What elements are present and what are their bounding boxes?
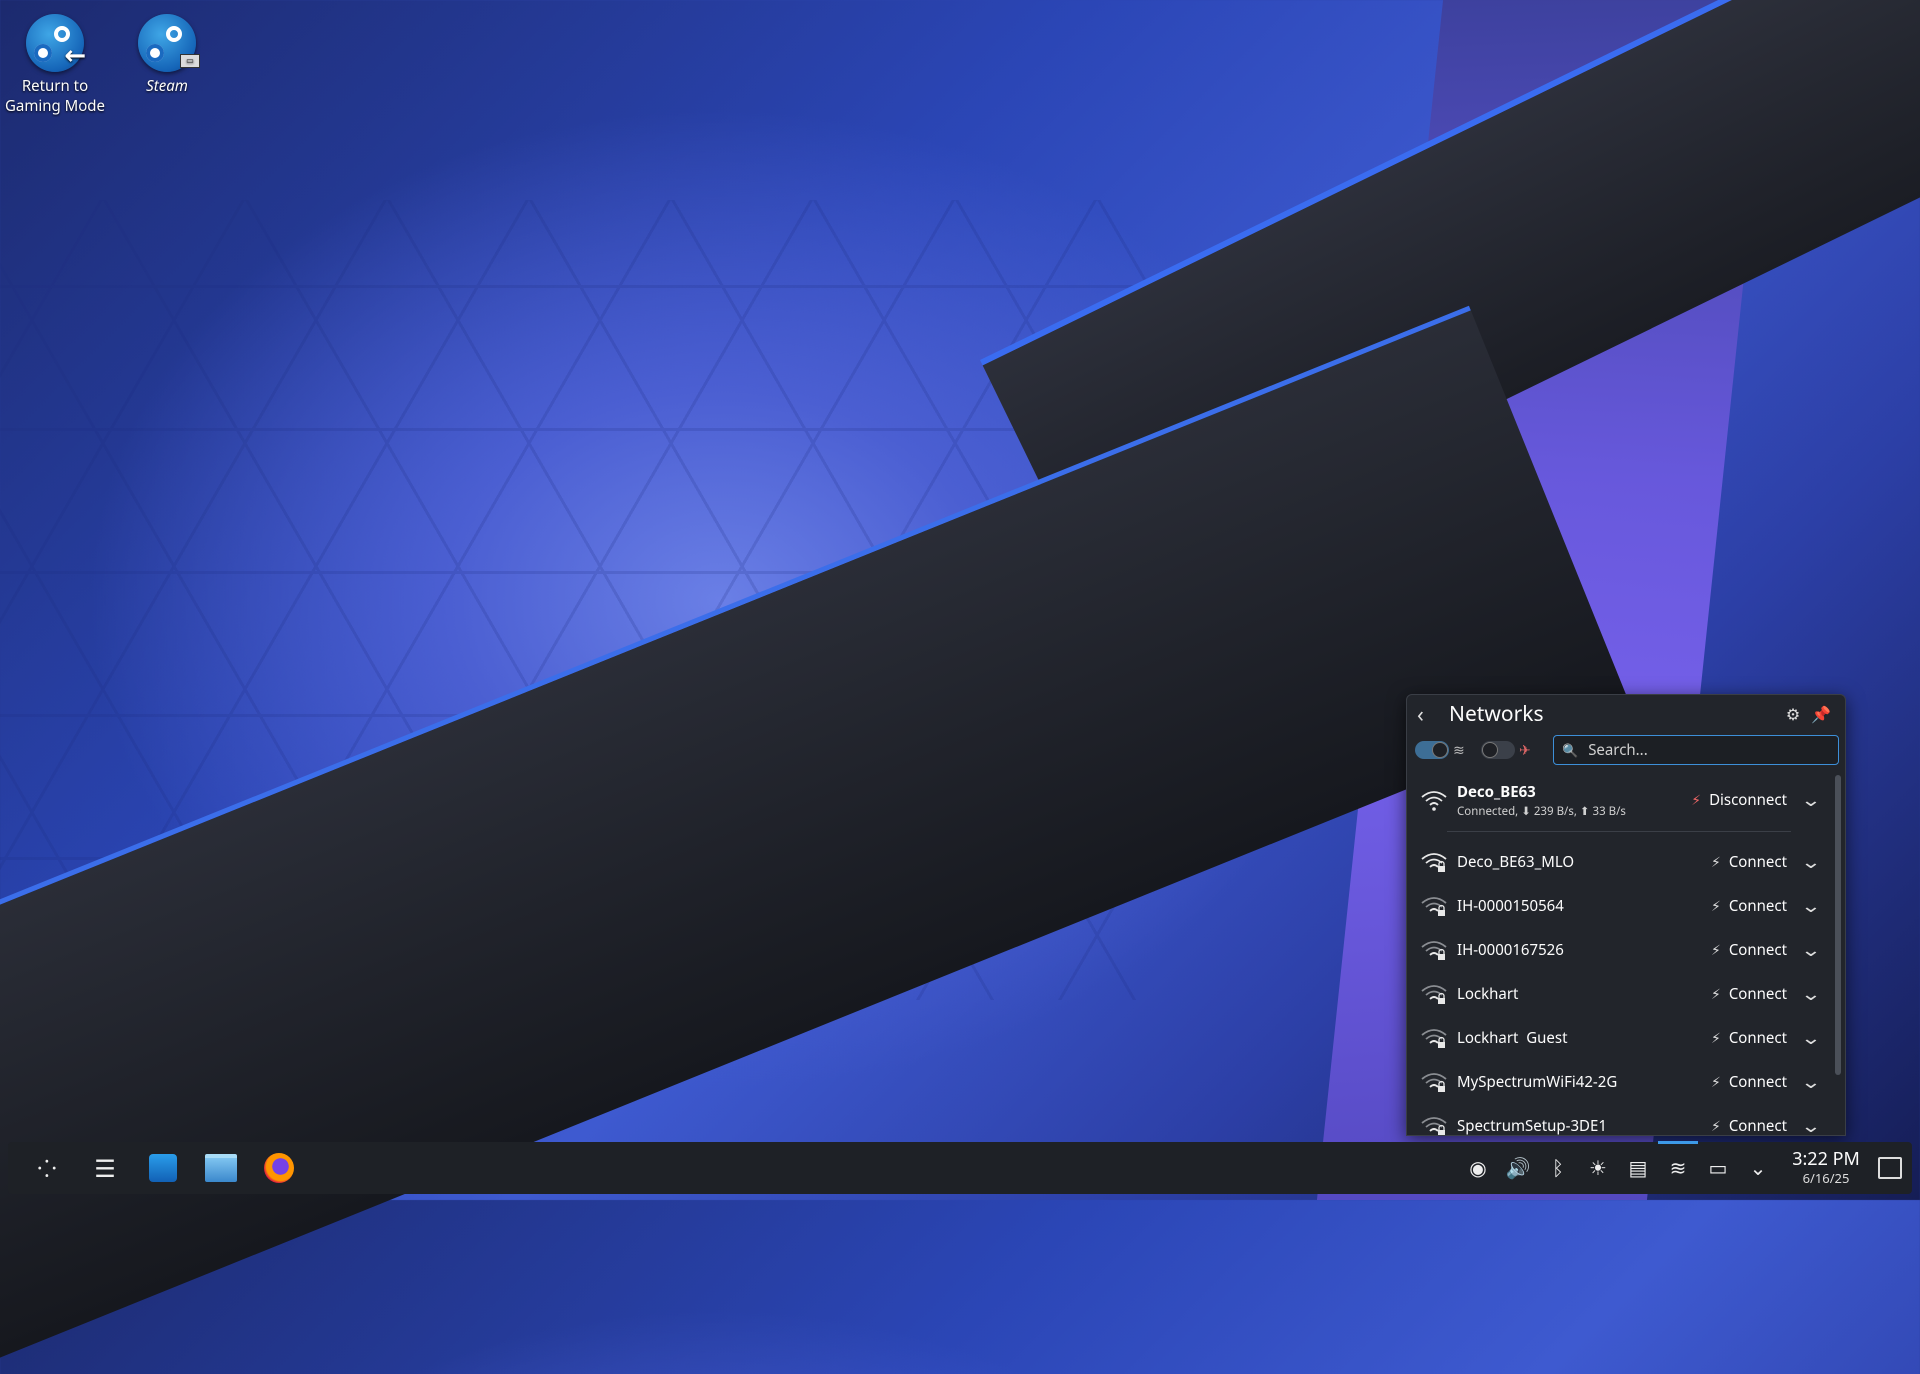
brightness-icon[interactable]: ☀ xyxy=(1578,1142,1618,1194)
dolphin-files-button[interactable] xyxy=(192,1142,250,1194)
wifi-locked-icon xyxy=(1419,1114,1449,1135)
chevron-down-icon[interactable]: ⌄ xyxy=(1797,1026,1825,1050)
chevron-down-icon[interactable]: ⌄ xyxy=(1797,894,1825,918)
network-row[interactable]: MySpectrumWiFi42-2G ⚡ Connect ⌄ xyxy=(1407,1060,1831,1104)
wifi-locked-icon xyxy=(1419,1026,1449,1050)
connect-button[interactable]: ⚡ Connect xyxy=(1711,852,1787,872)
desktop-icon-return-to-gaming-mode[interactable]: ← Return to Gaming Mode xyxy=(0,4,110,116)
chevron-down-icon[interactable]: ⌄ xyxy=(1797,1070,1825,1094)
bluetooth-icon[interactable]: ᛒ xyxy=(1538,1142,1578,1194)
chevron-down-icon[interactable]: ⌄ xyxy=(1797,938,1825,962)
connect-button[interactable]: ⚡ Connect xyxy=(1711,984,1787,1004)
connect-icon: ⚡ xyxy=(1710,896,1721,916)
usb-device-icon[interactable]: ▤ xyxy=(1618,1142,1658,1194)
wifi-signal-icon xyxy=(1419,788,1449,812)
system-settings-button[interactable]: ☰ xyxy=(76,1142,134,1194)
connect-button[interactable]: ⚡ Connect xyxy=(1711,1072,1787,1092)
sliders-icon: ☰ xyxy=(94,1151,116,1185)
airplane-icon: ✈ xyxy=(1519,740,1531,760)
network-list-scrollbar[interactable] xyxy=(1835,775,1841,1075)
chevron-down-icon[interactable]: ⌄ xyxy=(1797,788,1825,812)
desktop-icon-label: Return to Gaming Mode xyxy=(5,76,105,116)
network-row[interactable]: SpectrumSetup-3DE1 ⚡ Connect ⌄ xyxy=(1407,1104,1831,1136)
volume-icon[interactable]: 🔊 xyxy=(1498,1142,1538,1194)
network-ssid: MySpectrumWiFi42-2G xyxy=(1457,1072,1618,1092)
connect-button[interactable]: ⚡ Connect xyxy=(1710,1116,1787,1136)
disconnect-icon: ⚡ xyxy=(1691,790,1702,810)
network-row[interactable]: IH-0000150564 ⚡ Connect ⌄ xyxy=(1407,884,1831,928)
wallpaper-grid xyxy=(0,200,1200,1000)
search-input[interactable] xyxy=(1586,739,1830,761)
network-ssid: Deco_BE63 xyxy=(1457,781,1536,802)
airplane-mode-toggle[interactable] xyxy=(1481,741,1515,759)
network-list: Deco_BE63 Connected, ⬇ 239 B/s, ⬆ 33 B/s… xyxy=(1407,771,1831,1135)
back-icon[interactable]: ‹ xyxy=(1417,699,1441,729)
chevron-down-icon[interactable]: ⌄ xyxy=(1797,1114,1825,1135)
discover-store-icon xyxy=(149,1154,177,1182)
search-icon: 🔍 xyxy=(1562,741,1579,759)
pin-icon[interactable]: 📌 xyxy=(1807,703,1835,725)
network-row[interactable]: Lockhart Guest ⚡ Connect ⌄ xyxy=(1407,1016,1831,1060)
connect-icon: ⚡ xyxy=(1710,1072,1721,1092)
wifi-tray-icon[interactable]: ≋ xyxy=(1658,1141,1698,1194)
network-search[interactable]: 🔍 xyxy=(1553,735,1839,765)
chevron-down-icon[interactable]: ⌄ xyxy=(1797,982,1825,1006)
network-row[interactable]: Deco_BE63_MLO ⚡ Connect ⌄ xyxy=(1407,840,1831,884)
clock-date: 6/16/25 xyxy=(1802,1169,1850,1187)
taskbar: ⁘ ☰ ◉ 🔊 ᛒ ☀ ▤ ≋ ▭ ⌄ 3:22 PM 6/16/25 xyxy=(8,1141,1912,1194)
desktop-icon-label: Steam xyxy=(146,76,188,96)
steam-icon: ▭ xyxy=(138,14,200,72)
battery-icon[interactable]: ▭ xyxy=(1698,1142,1738,1194)
network-ssid: IH-0000150564 xyxy=(1457,896,1564,916)
firefox-button[interactable] xyxy=(250,1142,308,1194)
connection-status: Connected, ⬇ 239 B/s, ⬆ 33 B/s xyxy=(1457,803,1626,819)
wallpaper-ribbon-lower xyxy=(0,305,1629,1374)
network-ssid: Lockhart xyxy=(1457,984,1519,1004)
app-launcher-button[interactable]: ⁘ xyxy=(18,1142,76,1194)
chevron-down-icon[interactable]: ⌄ xyxy=(1797,850,1825,874)
tray-expand-chevron-icon[interactable]: ⌄ xyxy=(1738,1142,1778,1194)
discover-button[interactable] xyxy=(134,1142,192,1194)
network-row-connected[interactable]: Deco_BE63 Connected, ⬇ 239 B/s, ⬆ 33 B/s… xyxy=(1407,771,1831,829)
network-ssid: Lockhart Guest xyxy=(1457,1028,1568,1048)
wifi-locked-icon xyxy=(1419,894,1449,918)
connect-icon: ⚡ xyxy=(1710,852,1721,872)
wifi-locked-icon xyxy=(1419,1070,1449,1094)
steam-tray-icon[interactable]: ◉ xyxy=(1458,1142,1498,1194)
network-row[interactable]: IH-0000167526 ⚡ Connect ⌄ xyxy=(1407,928,1831,972)
connect-button[interactable]: ⚡ Connect xyxy=(1711,1028,1787,1048)
networks-title: Networks xyxy=(1449,700,1544,728)
folder-icon xyxy=(205,1154,237,1182)
connect-icon: ⚡ xyxy=(1710,940,1721,960)
network-ssid: Deco_BE63_MLO xyxy=(1457,852,1575,872)
connect-icon: ⚡ xyxy=(1710,1116,1721,1136)
networks-header: ‹ Networks ⚙ 📌 xyxy=(1407,695,1845,733)
steamdeck-launcher-icon: ⁘ xyxy=(37,1151,57,1185)
wallpaper-ribbon-upper xyxy=(980,0,1920,600)
network-ssid: IH-0000167526 xyxy=(1457,940,1564,960)
wifi-locked-icon xyxy=(1419,850,1449,874)
desktop-icon-steam[interactable]: ▭ Steam xyxy=(112,4,222,96)
clock-time: 3:22 PM xyxy=(1792,1147,1860,1171)
connect-button[interactable]: ⚡ Connect xyxy=(1711,896,1787,916)
wifi-small-icon: ≋ xyxy=(1453,740,1465,760)
wifi-toggle[interactable] xyxy=(1415,741,1449,759)
divider xyxy=(1447,831,1791,832)
show-desktop-button[interactable] xyxy=(1878,1157,1902,1179)
network-row[interactable]: Lockhart ⚡ Connect ⌄ xyxy=(1407,972,1831,1016)
wifi-locked-icon xyxy=(1419,982,1449,1006)
connect-icon: ⚡ xyxy=(1710,984,1721,1004)
networks-popup: ‹ Networks ⚙ 📌 ≋ ✈ 🔍 Deco_BE63 Connected… xyxy=(1406,694,1846,1136)
firefox-icon xyxy=(264,1153,294,1183)
disconnect-button[interactable]: ⚡ Disconnect xyxy=(1691,790,1787,810)
networks-toolbar: ≋ ✈ 🔍 xyxy=(1407,733,1845,767)
system-tray: ◉ 🔊 ᛒ ☀ ▤ ≋ ▭ ⌄ 3:22 PM 6/16/25 xyxy=(1458,1141,1912,1194)
wifi-locked-icon xyxy=(1419,938,1449,962)
connect-icon: ⚡ xyxy=(1710,1028,1721,1048)
connect-button[interactable]: ⚡ Connect xyxy=(1711,940,1787,960)
settings-sliders-icon[interactable]: ⚙ xyxy=(1779,703,1807,725)
network-ssid: SpectrumSetup-3DE1 xyxy=(1457,1116,1607,1136)
steam-return-icon: ← xyxy=(26,14,86,72)
clock[interactable]: 3:22 PM 6/16/25 xyxy=(1784,1149,1868,1187)
